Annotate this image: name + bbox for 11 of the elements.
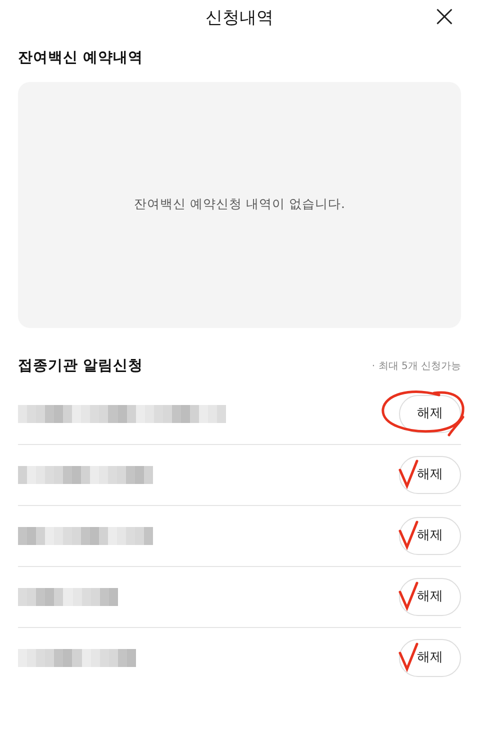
release-button[interactable]: 해제 [399,639,461,677]
release-button[interactable]: 해제 [399,516,461,554]
release-button[interactable]: 해제 [399,456,461,494]
release-button[interactable]: 해제 [399,578,461,616]
close-button[interactable]: × [428,2,461,32]
limit-note: · 최대 5개 신청가능 [372,360,461,374]
section-title: 접종기관 알림신청 [18,356,144,376]
page-title: 신청내역 [206,7,274,30]
release-button[interactable]: 해제 [399,394,461,432]
empty-message: 잔여백신 예약신청 내역이 없습니다. [134,195,345,214]
section-title: 잔여백신 예약내역 [18,49,144,68]
